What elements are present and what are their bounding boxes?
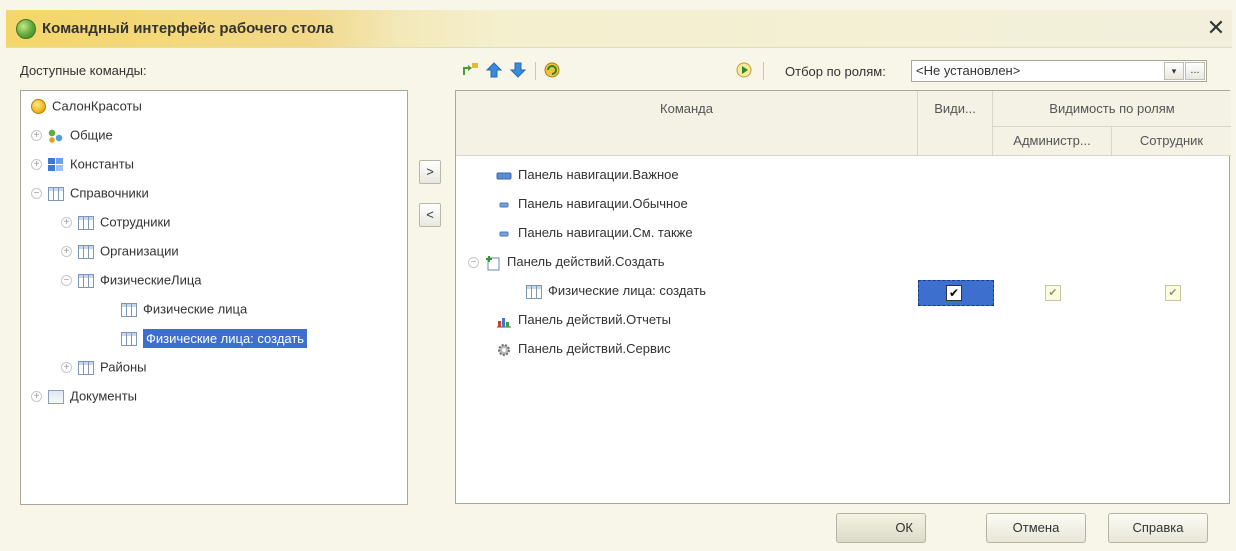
catalog-icon xyxy=(78,360,94,375)
tree-item-constants[interactable]: + Константы xyxy=(31,153,134,175)
column-header-role-employee[interactable]: Сотрудник xyxy=(1112,127,1231,156)
expand-icon[interactable]: + xyxy=(31,130,42,142)
expand-icon[interactable]: + xyxy=(61,246,72,258)
coin-icon xyxy=(31,99,46,115)
toolbar-separator xyxy=(763,62,764,80)
collapse-icon[interactable]: − xyxy=(31,188,42,200)
column-header-visible[interactable]: Види... xyxy=(918,91,993,156)
subsystems-icon xyxy=(48,128,64,143)
collapse-icon[interactable]: − xyxy=(468,257,479,269)
run-icon[interactable] xyxy=(735,61,753,79)
title-bar: Командный интерфейс рабочего стола ✕ xyxy=(6,10,1232,48)
tree-item-organizations[interactable]: + Организации xyxy=(61,240,179,262)
grid-toolbar: Отбор по ролям: <Не установлен> ▾ ... xyxy=(455,56,1235,86)
constants-icon xyxy=(48,157,64,172)
tree-item-documents[interactable]: + Документы xyxy=(31,385,137,407)
role-filter-select[interactable]: <Не установлен> ▾ ... xyxy=(911,60,1207,82)
nav-normal-icon xyxy=(499,202,509,208)
tree-item-catalogs[interactable]: − Справочники xyxy=(31,182,149,204)
expand-icon[interactable]: + xyxy=(61,217,72,229)
tree-item-root[interactable]: СалонКрасоты xyxy=(31,95,142,117)
cancel-button[interactable]: Отмена xyxy=(986,513,1086,543)
tree-item-individuals-list[interactable]: Физические лица xyxy=(121,298,247,320)
catalog-icon xyxy=(121,331,137,346)
nav-seealso-icon xyxy=(499,231,509,237)
expand-icon[interactable]: + xyxy=(31,159,42,171)
toolbar-separator xyxy=(535,62,536,80)
visible-checkbox[interactable]: ✔ xyxy=(946,285,962,301)
add-command-button[interactable]: > xyxy=(419,160,441,184)
chevron-down-icon[interactable]: ▾ xyxy=(1164,62,1184,80)
dialog-footer: ОК Отмена Справка xyxy=(0,505,1236,551)
tree-item-general[interactable]: + Общие xyxy=(31,124,113,146)
catalog-icon xyxy=(121,302,137,317)
grid-row-nav-seealso[interactable]: Панель навигации.См. также xyxy=(496,219,693,247)
refresh-icon[interactable] xyxy=(543,61,561,79)
tree-item-individuals[interactable]: − ФизическиеЛица xyxy=(61,269,202,291)
tree-item-individuals-create[interactable]: Физические лица: создать xyxy=(121,327,308,349)
catalog-icon xyxy=(78,215,94,230)
commands-tree[interactable]: СалонКрасоты + Общие + Константы − Справочн… xyxy=(20,90,408,505)
ok-button[interactable]: ОК xyxy=(836,513,926,543)
column-header-command[interactable]: Команда xyxy=(456,91,918,156)
collapse-icon[interactable]: − xyxy=(61,275,72,287)
column-header-role-admin[interactable]: Администр... xyxy=(993,127,1112,156)
help-button[interactable]: Справка xyxy=(1108,513,1208,543)
grid-row-nav-important[interactable]: Панель навигации.Важное xyxy=(496,161,679,189)
visible-cell-selected[interactable]: ✔ xyxy=(918,280,994,306)
grid-row-individuals-create[interactable]: Физические лица: создать xyxy=(456,277,1231,305)
employee-role-checkbox[interactable]: ✔ xyxy=(1165,285,1181,301)
close-icon[interactable]: ✕ xyxy=(1204,16,1228,40)
commands-grid[interactable]: Команда Види... Видимость по ролям Админ… xyxy=(455,90,1231,504)
move-up-icon[interactable] xyxy=(485,61,503,79)
grid-row-actions-service[interactable]: Панель действий.Сервис xyxy=(496,335,671,363)
available-commands-label: Доступные команды: xyxy=(20,63,147,78)
grid-row-actions-create[interactable]: − Панель действий.Создать xyxy=(468,248,665,276)
expand-icon[interactable]: + xyxy=(31,391,42,403)
catalog-icon xyxy=(78,244,94,259)
move-to-parent-icon[interactable] xyxy=(461,61,479,79)
window-title: Командный интерфейс рабочего стола xyxy=(42,20,334,37)
service-gear-icon xyxy=(498,343,510,356)
catalog-icon xyxy=(526,284,542,299)
reports-icon xyxy=(497,317,511,328)
catalog-icon xyxy=(78,273,94,288)
move-down-icon[interactable] xyxy=(509,61,527,79)
nav-important-icon xyxy=(496,172,512,180)
tree-item-employees[interactable]: + Сотрудники xyxy=(61,211,170,233)
select-more-button[interactable]: ... xyxy=(1185,62,1205,80)
grid-row-nav-normal[interactable]: Панель навигации.Обычное xyxy=(496,190,688,218)
catalog-icon xyxy=(48,186,64,201)
dialog-window: Командный интерфейс рабочего стола ✕ Дос… xyxy=(0,0,1236,551)
role-filter-label: Отбор по ролям: xyxy=(785,64,886,79)
admin-role-checkbox[interactable]: ✔ xyxy=(1045,285,1061,301)
remove-command-button[interactable]: < xyxy=(419,203,441,227)
create-icon xyxy=(486,255,500,271)
document-icon xyxy=(48,389,64,404)
column-header-role-visibility: Видимость по ролям xyxy=(993,91,1231,127)
tree-item-districts[interactable]: + Районы xyxy=(61,356,146,378)
expand-icon[interactable]: + xyxy=(61,362,72,374)
grid-row-actions-reports[interactable]: Панель действий.Отчеты xyxy=(496,306,671,334)
role-filter-value: <Не установлен> xyxy=(916,63,1021,78)
app-logo-icon xyxy=(16,19,36,39)
